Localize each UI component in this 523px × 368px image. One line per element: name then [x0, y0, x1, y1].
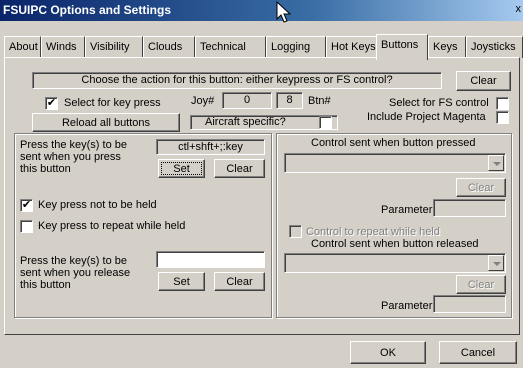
joy-label: Joy# — [191, 95, 215, 107]
tab-keys[interactable]: Keys — [428, 36, 466, 58]
aircraft-specific-checkbox[interactable] — [319, 116, 332, 129]
repeat-while-held-checkbox[interactable] — [20, 220, 33, 233]
select-fs-control-label: Select for FS control — [389, 97, 489, 109]
select-key-press-checkbox[interactable]: ✔ — [45, 97, 58, 110]
aircraft-specific-label: Aircraft specific? — [205, 116, 286, 128]
include-project-magenta-checkbox[interactable] — [496, 111, 509, 124]
tab-strip: About Winds Visibility Clouds Technical … — [4, 34, 523, 60]
include-project-magenta-label: Include Project Magenta — [367, 111, 486, 123]
reload-all-buttons-button[interactable]: Reload all buttons — [32, 113, 180, 132]
control-repeat-checkbox[interactable] — [289, 225, 302, 238]
release-keys-field[interactable] — [156, 251, 265, 268]
window-title: FSUIPC Options and Settings — [3, 3, 172, 17]
mouse-pointer-icon — [276, 1, 292, 23]
control-repeat-label: Control to repeat while held — [306, 226, 440, 238]
tab-winds[interactable]: Winds — [41, 36, 85, 58]
parameter-label: Parameter — [381, 204, 433, 216]
not-held-label: Key press not to be held — [38, 199, 157, 211]
clear-action-button[interactable]: Clear — [456, 71, 511, 91]
control-pressed-combo[interactable] — [284, 153, 506, 173]
tab-logging[interactable]: Logging — [266, 36, 326, 58]
joy-number-field: 0 — [222, 92, 272, 109]
tab-hot-keys[interactable]: Hot Keys — [326, 36, 381, 58]
parameter-field[interactable] — [433, 199, 506, 217]
repeat-while-held-label: Key press to repeat while held — [38, 220, 186, 232]
cancel-button[interactable]: Cancel — [439, 341, 517, 364]
clear-release-keys-button[interactable]: Clear — [214, 272, 265, 291]
action-prompt: Choose the action for this button: eithe… — [32, 72, 442, 89]
control-pressed-label: Control sent when button pressed — [311, 137, 476, 149]
aircraft-specific-box: Aircraft specific? — [190, 115, 338, 130]
chevron-down-icon[interactable] — [488, 155, 504, 171]
control-released-label: Control sent when button released — [311, 238, 479, 250]
set-press-keys-button[interactable]: Set — [158, 159, 205, 178]
close-icon[interactable]: x — [516, 3, 522, 15]
parameter2-field[interactable] — [433, 295, 506, 313]
tab-joysticks[interactable]: Joysticks — [466, 36, 523, 58]
tab-clouds[interactable]: Clouds — [143, 36, 195, 58]
tab-about[interactable]: About — [4, 36, 41, 58]
tab-buttons[interactable]: Buttons — [376, 34, 428, 60]
title-bar: FSUIPC Options and Settings x — [0, 0, 523, 21]
select-fs-control-checkbox[interactable] — [496, 97, 509, 110]
btn-label: Btn# — [308, 95, 331, 107]
ok-button[interactable]: OK — [350, 341, 426, 364]
control-released-combo[interactable] — [284, 253, 506, 273]
btn-number-field: 8 — [276, 92, 303, 109]
parameter2-label: Parameter — [381, 300, 433, 312]
tab-visibility[interactable]: Visibility — [85, 36, 143, 58]
select-key-press-label: Select for key press — [64, 97, 161, 109]
not-held-checkbox[interactable]: ✔ — [20, 199, 33, 212]
release-keys-label: Press the key(s) to be sent when you rel… — [20, 255, 131, 291]
press-keys-field: ctl+shft+;:key — [156, 139, 265, 155]
set-release-keys-button[interactable]: Set — [158, 272, 205, 291]
tab-technical[interactable]: Technical — [195, 36, 266, 58]
chevron-down-icon[interactable] — [488, 255, 504, 271]
clear-control-released-button[interactable]: Clear — [456, 275, 506, 294]
clear-control-pressed-button[interactable]: Clear — [456, 178, 506, 197]
press-keys-label: Press the key(s) to be sent when you pre… — [20, 139, 127, 175]
clear-press-keys-button[interactable]: Clear — [214, 159, 265, 178]
